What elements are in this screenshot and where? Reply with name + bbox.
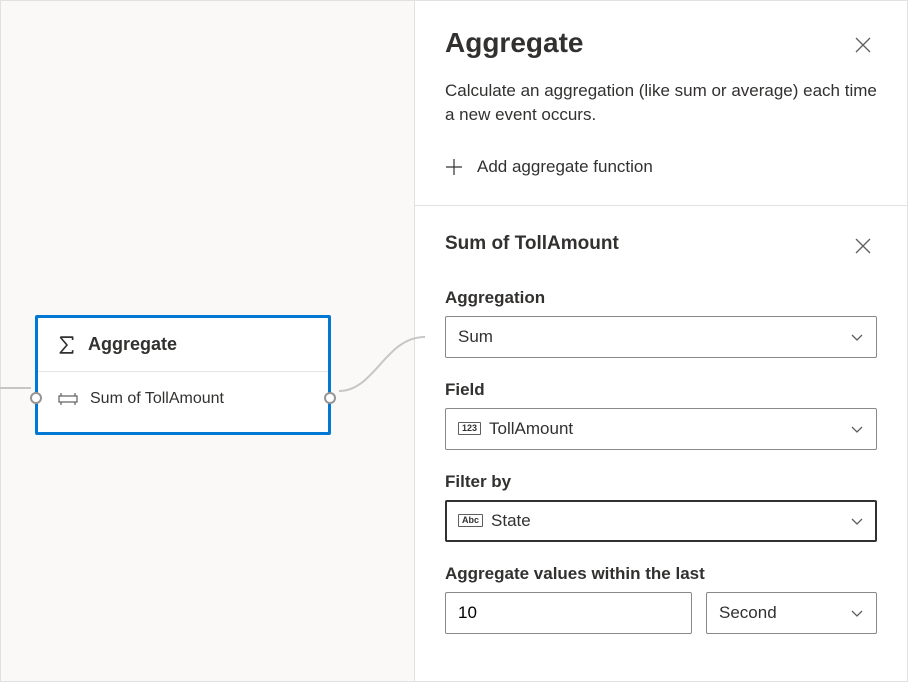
aggregation-select[interactable]: Sum <box>445 316 877 358</box>
node-input-port[interactable] <box>30 392 42 404</box>
time-window-unit-value: Second <box>719 603 777 623</box>
sigma-icon <box>58 336 76 354</box>
aggregate-node[interactable]: Aggregate Sum of TollAmount <box>35 315 331 435</box>
function-section-title: Sum of TollAmount <box>445 233 619 255</box>
close-icon <box>855 37 871 53</box>
chevron-down-icon <box>850 330 864 344</box>
aggregation-label: Aggregation <box>445 288 877 308</box>
node-function-row[interactable]: Sum of TollAmount <box>38 372 328 432</box>
chevron-down-icon <box>850 514 864 528</box>
edge-right <box>335 321 425 411</box>
remove-function-button[interactable] <box>849 232 877 260</box>
field-select[interactable]: 123 TollAmount <box>445 408 877 450</box>
panel-title: Aggregate <box>445 27 583 59</box>
node-header: Aggregate <box>38 318 328 372</box>
properties-panel: Aggregate Calculate an aggregation (like… <box>415 1 907 681</box>
node-title: Aggregate <box>88 334 177 355</box>
text-type-badge: Abc <box>458 514 483 527</box>
node-function-label: Sum of TollAmount <box>90 390 224 408</box>
node-output-port[interactable] <box>324 392 336 404</box>
close-icon <box>855 238 871 254</box>
chevron-down-icon <box>850 422 864 436</box>
edge-left <box>0 387 31 389</box>
time-window-unit-select[interactable]: Second <box>706 592 877 634</box>
panel-description: Calculate an aggregation (like sum or av… <box>445 79 877 127</box>
time-window-value-input[interactable] <box>445 592 692 634</box>
function-icon <box>58 392 78 406</box>
filter-by-select[interactable]: Abc State <box>445 500 877 542</box>
canvas-area[interactable]: Aggregate Sum of TollAmount <box>1 1 415 681</box>
numeric-type-badge: 123 <box>458 422 481 435</box>
filter-by-value: State <box>491 511 531 531</box>
field-value: TollAmount <box>489 419 573 439</box>
aggregation-value: Sum <box>458 327 493 347</box>
filter-by-label: Filter by <box>445 472 877 492</box>
plus-icon <box>445 158 463 176</box>
add-aggregate-function-button[interactable]: Add aggregate function <box>445 153 653 181</box>
chevron-down-icon <box>850 606 864 620</box>
add-function-label: Add aggregate function <box>477 157 653 177</box>
field-label: Field <box>445 380 877 400</box>
time-window-label: Aggregate values within the last <box>445 564 877 584</box>
close-panel-button[interactable] <box>849 31 877 59</box>
